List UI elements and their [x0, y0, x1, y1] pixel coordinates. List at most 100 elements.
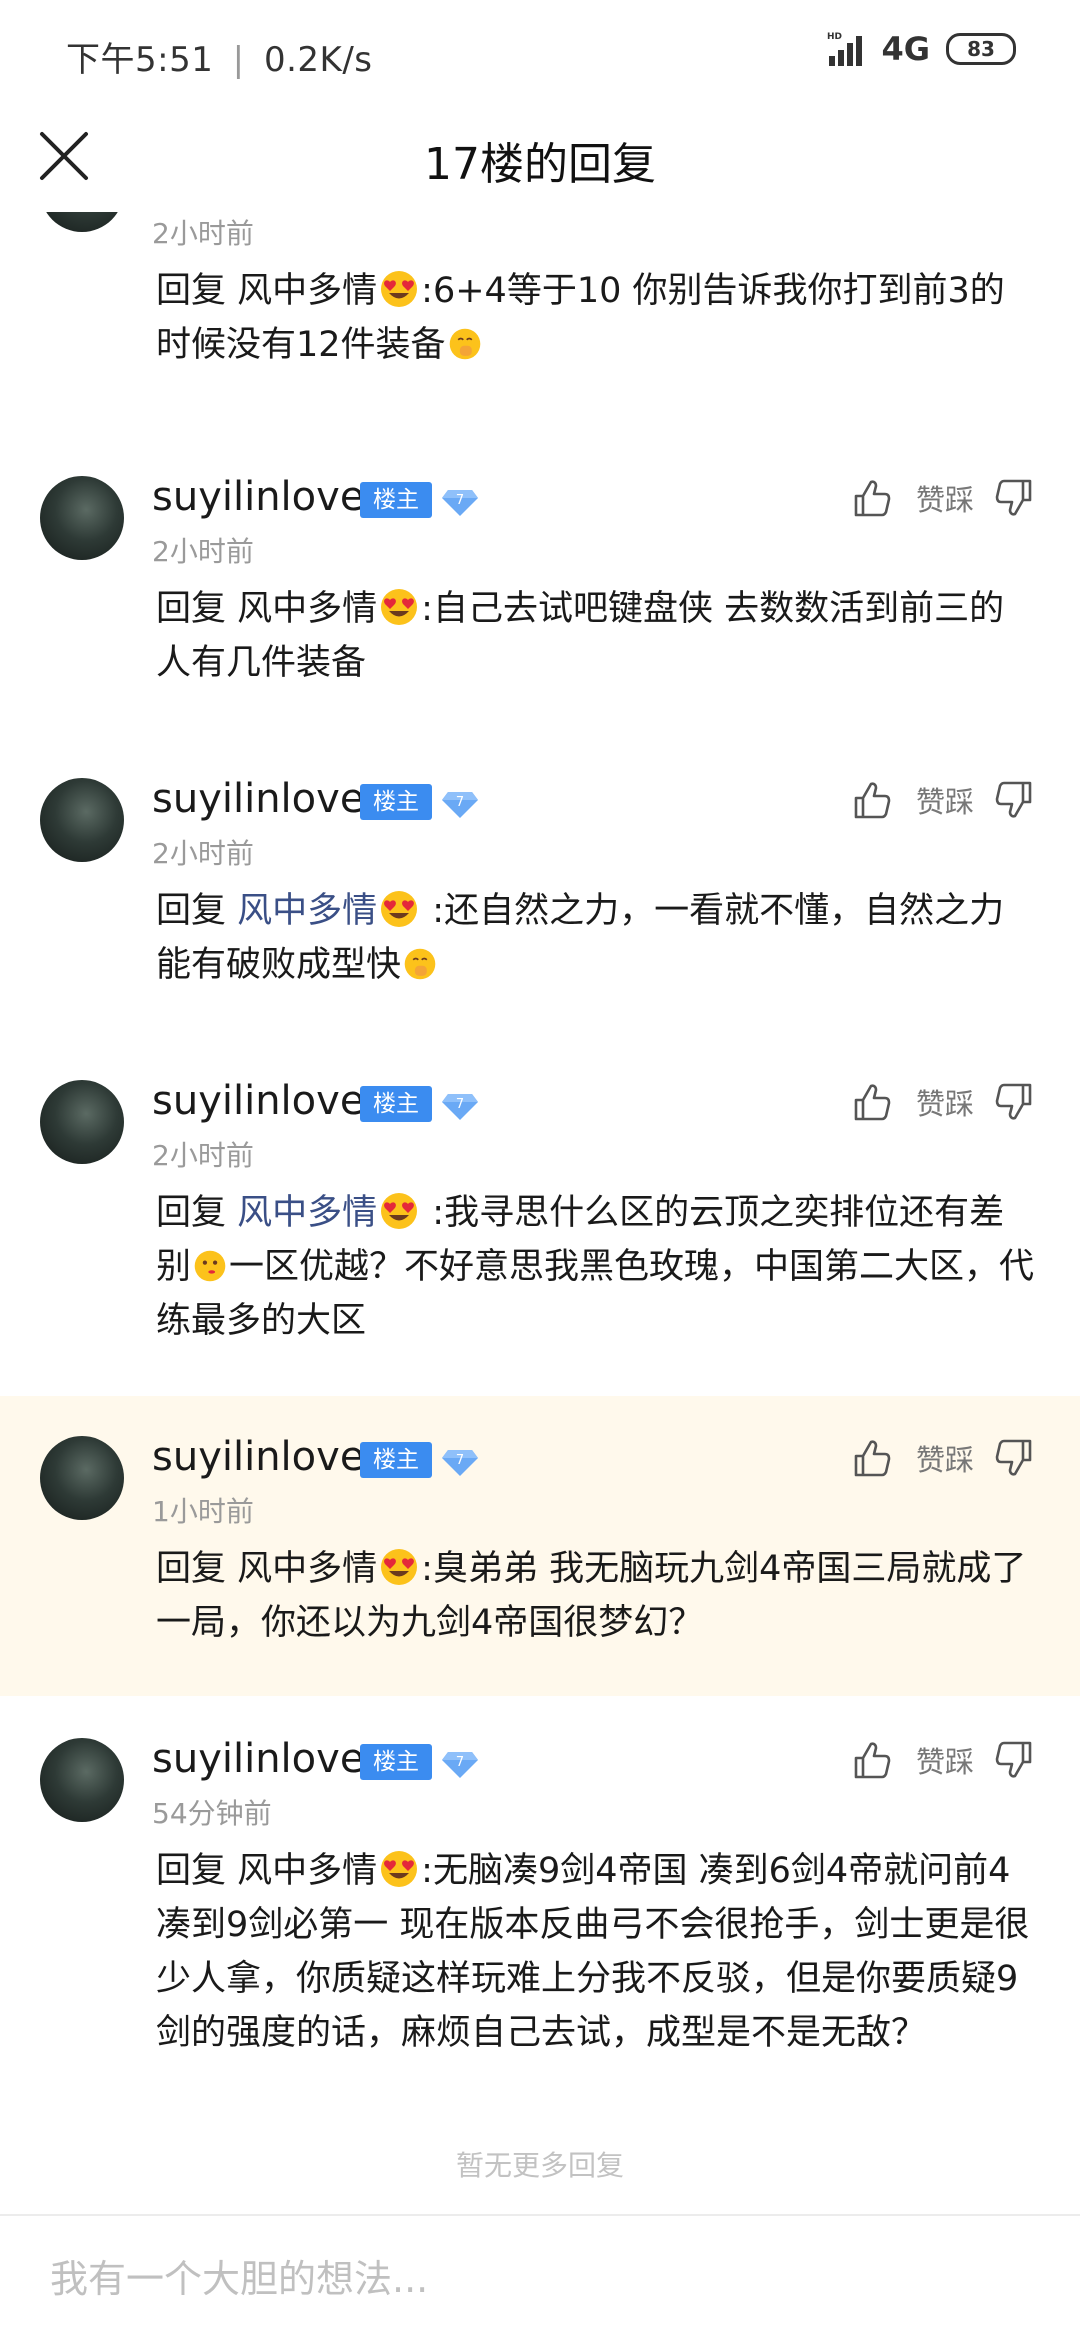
- reply-list[interactable]: 2小时前 回复 风中多情:6+4等于10 你别告诉我你打到前3的时候没有12件装…: [0, 212, 1080, 2210]
- reply-time: 1小时前: [152, 1495, 254, 1528]
- reply-prefix: 回复: [156, 1193, 227, 1233]
- thumbs-down-icon[interactable]: [992, 1738, 1036, 1782]
- status-time: 下午5:51: [66, 40, 214, 80]
- vote-group: 赞踩: [850, 778, 1036, 822]
- svg-text:HD: HD: [827, 32, 842, 42]
- status-time-speed: 下午5:51 | 0.2K/s: [66, 40, 373, 80]
- mention-link[interactable]: 风中多情: [237, 271, 377, 311]
- reply-text: 回复 风中多情:自己去试吧键盘侠 去数数活到前三的人有几件装备: [156, 582, 1036, 690]
- reply-item: suyilinlove 楼主 7 2小时前 赞踩 回复 风中多情 :我寻思什么区…: [0, 1040, 1080, 1396]
- thumbs-down-icon[interactable]: [992, 1436, 1036, 1480]
- mention-link[interactable]: 风中多情: [237, 1549, 377, 1589]
- vote-label: 赞踩: [915, 785, 974, 819]
- mention-link[interactable]: 风中多情: [237, 1851, 377, 1891]
- thumbs-down-icon[interactable]: [992, 1080, 1036, 1124]
- owner-badge: 楼主: [360, 784, 432, 820]
- avatar[interactable]: [40, 1080, 124, 1164]
- heart-eyes-emoji-icon: [379, 1849, 419, 1889]
- thumbs-down-icon[interactable]: [992, 778, 1036, 822]
- reply-body-continued: 一区优越？不好意思我黑色玫瑰，中国第二大区，代练最多的大区: [156, 1247, 1035, 1341]
- owner-badge: 楼主: [360, 482, 432, 518]
- heart-eyes-emoji-icon: [379, 1547, 419, 1587]
- reply-text: 回复 风中多情:无脑凑9剑4帝国 凑到6剑4帝就问前4 凑到9剑必第一 现在版本…: [156, 1844, 1036, 2060]
- heart-eyes-emoji-icon: [379, 269, 419, 309]
- thumbs-up-icon[interactable]: [850, 778, 894, 822]
- owner-badge: 楼主: [360, 1442, 432, 1478]
- reply-prefix: 回复: [156, 589, 227, 629]
- status-indicators: HD 4G 83: [827, 30, 1016, 68]
- status-bar: 下午5:51 | 0.2K/s HD 4G 83: [0, 0, 1080, 100]
- reply-time: 2小时前: [152, 1139, 254, 1172]
- vote-group: 赞踩: [850, 1436, 1036, 1480]
- face-hand-over-mouth-emoji-icon: [403, 947, 437, 981]
- level-diamond-icon: 7: [440, 782, 480, 822]
- avatar[interactable]: [40, 476, 124, 560]
- vote-label: 赞踩: [915, 1745, 974, 1779]
- heart-eyes-emoji-icon: [379, 587, 419, 627]
- reply-item: suyilinlove 楼主 7 2小时前 赞踩 回复 风中多情 :还自然之力，…: [0, 738, 1080, 1040]
- username[interactable]: suyilinlove: [152, 1736, 364, 1782]
- thumbs-up-icon[interactable]: [850, 1738, 894, 1782]
- mention-link[interactable]: 风中多情: [237, 891, 377, 931]
- reply-input[interactable]: [48, 2246, 1032, 2312]
- reply-time: 2小时前: [152, 837, 254, 870]
- thumbs-up-icon[interactable]: [850, 1436, 894, 1480]
- owner-badge: 楼主: [360, 1744, 432, 1780]
- level-diamond-icon: 7: [440, 480, 480, 520]
- reply-prefix: 回复: [156, 891, 227, 931]
- signal-icon: HD: [827, 32, 863, 66]
- vote-label: 赞踩: [915, 483, 974, 517]
- vote-label: 赞踩: [915, 1443, 974, 1477]
- reply-text: 回复 风中多情:臭弟弟 我无脑玩九剑4帝国三局就成了一局，你还以为九剑4帝国很梦…: [156, 1542, 1036, 1650]
- username[interactable]: suyilinlove: [152, 776, 364, 822]
- avatar[interactable]: [40, 212, 124, 232]
- owner-badge: 楼主: [360, 1086, 432, 1122]
- level-number: 7: [456, 1097, 464, 1112]
- reply-prefix: 回复: [156, 271, 227, 311]
- reply-item-highlighted: suyilinlove 楼主 7 1小时前 赞踩 回复 风中多情:臭弟弟 我无脑…: [0, 1396, 1080, 1696]
- reply-input-bar: [0, 2214, 1080, 2340]
- reply-prefix: 回复: [156, 1549, 227, 1589]
- level-number: 7: [456, 1453, 464, 1468]
- heart-eyes-emoji-icon: [379, 889, 419, 929]
- reply-item: 2小时前 回复 风中多情:6+4等于10 你别告诉我你打到前3的时候没有12件装…: [0, 212, 1080, 436]
- level-number: 7: [456, 1755, 464, 1770]
- heart-eyes-emoji-icon: [379, 1191, 419, 1231]
- thumbs-up-icon[interactable]: [850, 1080, 894, 1124]
- mention-link[interactable]: 风中多情: [237, 1193, 377, 1233]
- reply-item: suyilinlove 楼主 7 54分钟前 赞踩 回复 风中多情:无脑凑9剑4…: [0, 1696, 1080, 2076]
- vote-group: 赞踩: [850, 1080, 1036, 1124]
- username[interactable]: suyilinlove: [152, 474, 364, 520]
- avatar[interactable]: [40, 778, 124, 862]
- reply-text: 回复 风中多情:6+4等于10 你别告诉我你打到前3的时候没有12件装备: [156, 264, 1036, 372]
- face-hand-over-mouth-emoji-icon: [448, 327, 482, 361]
- reply-text: 回复 风中多情 :我寻思什么区的云顶之奕排位还有差别 一区优越？不好意思我黑色玫瑰…: [156, 1186, 1036, 1348]
- username[interactable]: suyilinlove: [152, 1434, 364, 1480]
- avatar[interactable]: [40, 1436, 124, 1520]
- battery-indicator: 83: [946, 33, 1016, 65]
- reply-prefix: 回复: [156, 1851, 227, 1891]
- thumbs-up-icon[interactable]: [850, 476, 894, 520]
- mention-link[interactable]: 风中多情: [237, 589, 377, 629]
- reply-text: 回复 风中多情 :还自然之力，一看就不懂，自然之力能有破败成型快: [156, 884, 1036, 992]
- battery-level: 83: [967, 37, 995, 61]
- level-diamond-icon: 7: [440, 1742, 480, 1782]
- level-number: 7: [456, 795, 464, 810]
- network-type: 4G: [881, 30, 930, 68]
- thumbs-down-icon[interactable]: [992, 476, 1036, 520]
- status-speed: 0.2K/s: [263, 40, 373, 80]
- reply-time: 54分钟前: [152, 1797, 272, 1830]
- reply-time: 2小时前: [152, 217, 254, 250]
- thinking-face-emoji-icon: [193, 1249, 227, 1283]
- reply-time: 2小时前: [152, 535, 254, 568]
- page-title: 17楼的回复: [424, 139, 656, 190]
- level-diamond-icon: 7: [440, 1084, 480, 1124]
- level-diamond-icon: 7: [440, 1440, 480, 1480]
- username[interactable]: suyilinlove: [152, 1078, 364, 1124]
- level-number: 7: [456, 493, 464, 508]
- avatar[interactable]: [40, 1738, 124, 1822]
- no-more-replies-text: 暂无更多回复: [455, 2149, 624, 2182]
- vote-group: 赞踩: [850, 476, 1036, 520]
- vote-label: 赞踩: [915, 1087, 974, 1121]
- header: 17楼的回复: [0, 100, 1080, 212]
